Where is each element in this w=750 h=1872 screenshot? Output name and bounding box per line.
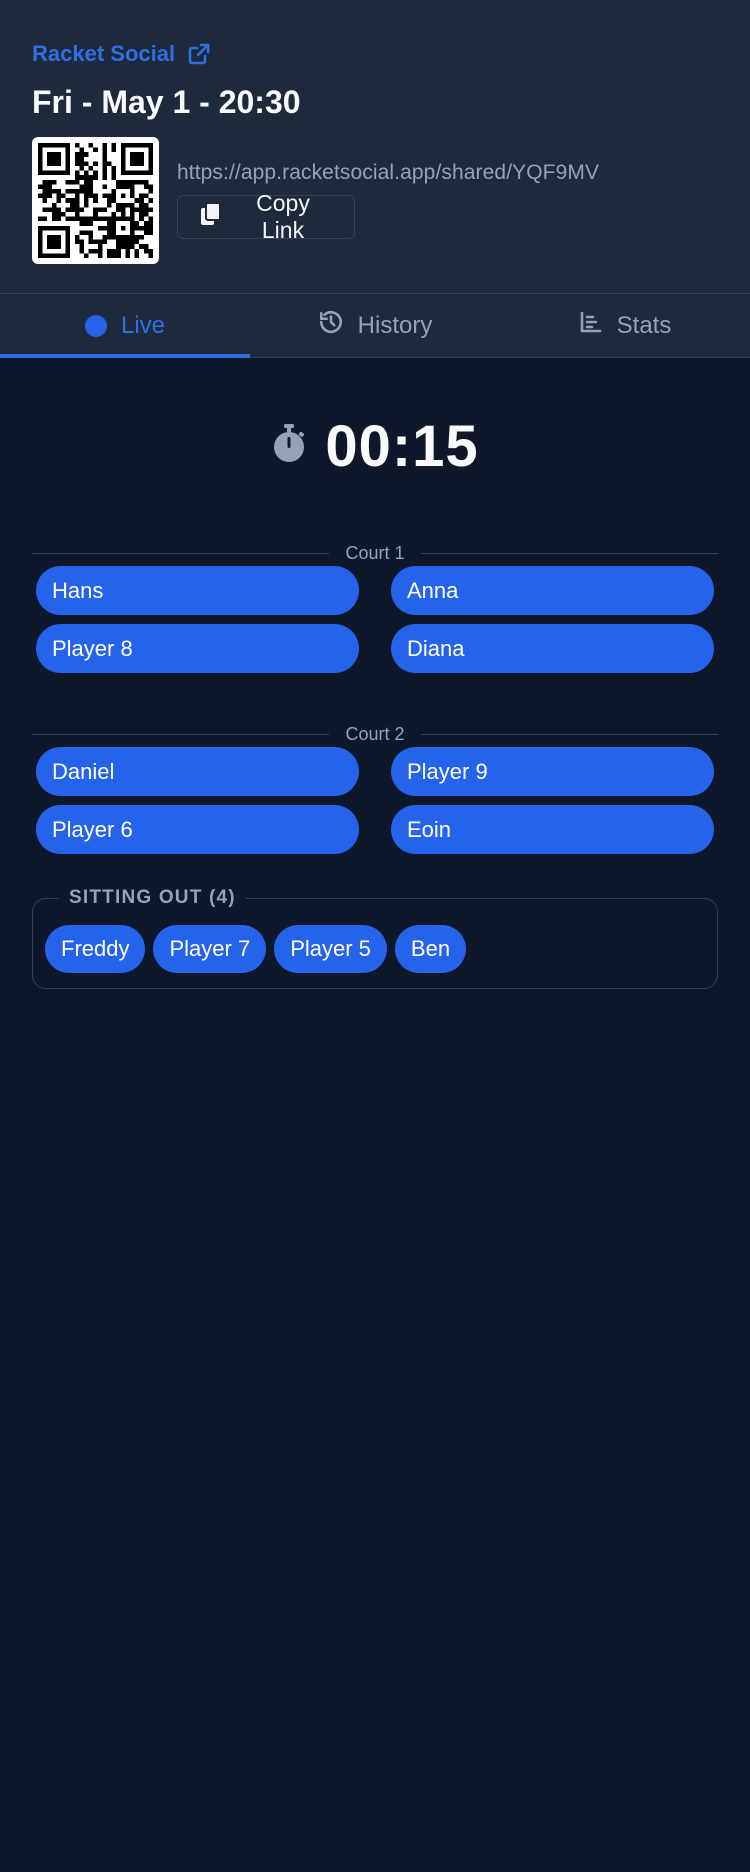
copy-link-label: Copy Link	[256, 190, 310, 244]
court-teams: Hans Anna Player 8 Diana	[32, 566, 718, 673]
player-pill[interactable]: Anna	[391, 566, 714, 615]
sitting-out-player[interactable]: Player 5	[274, 925, 387, 973]
sitting-out-panel: SITTING OUT (4) Freddy Player 7 Player 5…	[32, 887, 718, 989]
sitting-out-player[interactable]: Ben	[394, 925, 467, 973]
court-card: Court 1 Hans Anna Player 8 Diana	[32, 542, 718, 673]
sitting-out-list: Freddy Player 7 Player 5 Ben	[45, 925, 705, 973]
court-label: Court 2	[329, 723, 421, 745]
stopwatch-icon	[271, 423, 307, 469]
stats-icon	[579, 310, 603, 341]
live-dot-icon	[84, 314, 107, 337]
external-link-icon[interactable]	[187, 42, 211, 66]
share-section: https://app.racketsocial.app/shared/YQF9…	[32, 136, 718, 264]
tab-label: Stats	[616, 311, 672, 339]
tab-label: History	[357, 311, 433, 339]
tab-label: Live	[120, 311, 166, 339]
player-pill[interactable]: Player 8	[36, 624, 359, 673]
session-title: Fri - May 1 - 20:30	[32, 84, 301, 120]
timer-value: 00:15	[325, 413, 479, 479]
tab-live[interactable]: Live	[0, 294, 250, 358]
round-timer: 00:15	[0, 414, 750, 479]
sitting-out-label: SITTING OUT (4)	[59, 887, 246, 909]
brand-name[interactable]: Racket Social	[32, 41, 175, 67]
tab-bar: Live History Stats	[0, 293, 750, 358]
tab-history[interactable]: History	[250, 294, 500, 357]
history-icon	[318, 309, 344, 342]
court-divider: Court 2	[32, 723, 718, 745]
copy-link-button[interactable]: Copy Link	[177, 190, 355, 243]
tab-stats[interactable]: Stats	[500, 294, 750, 357]
player-pill[interactable]: Player 9	[391, 747, 714, 796]
sitting-out-player[interactable]: Freddy	[45, 925, 146, 973]
court-label: Court 1	[329, 542, 421, 564]
copy-icon	[200, 202, 222, 232]
player-pill[interactable]: Diana	[391, 624, 714, 673]
player-pill[interactable]: Daniel	[36, 747, 359, 796]
share-url[interactable]: https://app.racketsocial.app/shared/YQF9…	[177, 161, 599, 185]
player-pill[interactable]: Hans	[36, 566, 359, 615]
session-header: Racket Social Fri - May 1 - 20:30 https:…	[0, 0, 750, 293]
player-pill[interactable]: Player 6	[36, 805, 359, 854]
qr-code	[32, 136, 159, 264]
court-card: Court 2 Daniel Player 9 Player 6 Eoin	[32, 723, 718, 854]
court-teams: Daniel Player 9 Player 6 Eoin	[32, 747, 718, 854]
court-divider: Court 1	[32, 542, 718, 564]
brand-link[interactable]: Racket Social	[32, 40, 718, 68]
sitting-out-player[interactable]: Player 7	[153, 925, 267, 973]
player-pill[interactable]: Eoin	[391, 805, 714, 854]
